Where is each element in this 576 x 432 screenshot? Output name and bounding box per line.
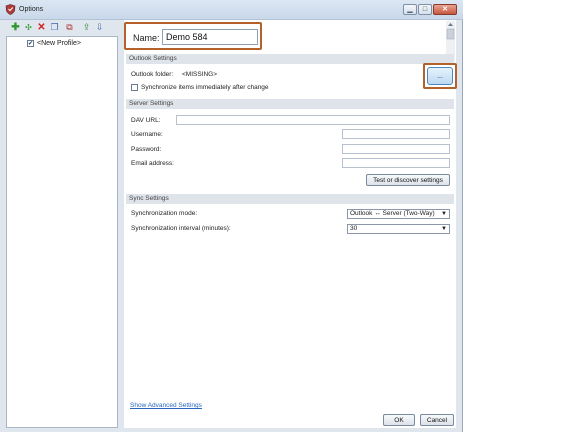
username-input[interactable] [342,129,450,139]
add-icon[interactable]: ✚ [10,22,21,33]
sync-mode-label: Synchronization mode: [131,210,198,217]
delete-icon[interactable]: ✕ [36,22,47,33]
chevron-down-icon: ▼ [441,211,447,217]
sync-interval-value: 30 [350,225,358,232]
password-label: Password: [131,146,162,153]
window-title: Options [19,6,44,13]
sync-immediately-checkbox[interactable] [131,84,138,91]
minimize-icon: ▁ [407,6,413,13]
email-label: Email address: [131,160,174,167]
close-icon: ✕ [442,6,448,13]
browse-folder-button[interactable]: ... [427,67,453,85]
dav-url-label: DAV URL: [131,117,161,124]
outlook-folder-label: Outlook folder: [131,71,174,78]
password-input[interactable] [342,144,450,154]
test-settings-button[interactable]: Test or discover settings [366,174,450,186]
profile-name-input[interactable] [162,29,258,45]
server-settings-header: Server Settings [126,99,454,109]
ok-button[interactable]: OK [383,414,415,426]
copy-icon[interactable]: ❐ [49,22,60,33]
username-label: Username: [131,131,163,138]
sync-interval-select[interactable]: 30 ▼ [347,224,450,234]
sync-settings-header: Sync Settings [126,194,454,204]
maximize-button[interactable]: □ [418,4,432,15]
minimize-button[interactable]: ▁ [403,4,417,15]
profile-checkbox[interactable]: ✔ [27,40,34,47]
show-advanced-settings-link[interactable]: Show Advanced Settings [130,402,202,409]
delete-copy-icon[interactable]: ⧉ [64,22,75,33]
dav-url-input[interactable] [176,115,450,125]
maximize-icon: □ [422,6,428,13]
outlook-settings-header: Outlook Settings [126,54,454,64]
name-label: Name: [133,33,160,43]
profile-name-highlight: Name: [124,22,262,50]
sync-mode-value: Outlook ↔ Server (Two-Way) [350,210,435,217]
app-shield-icon [5,4,16,15]
email-input[interactable] [342,158,450,168]
tree-item-new-profile[interactable]: ✔ <New Profile> [27,40,81,47]
profile-tree: ✔ <New Profile> [6,36,118,428]
close-button[interactable]: ✕ [433,4,457,15]
import-icon[interactable]: ⇩ [94,22,105,33]
chevron-down-icon: ▼ [441,226,447,232]
tree-item-label: <New Profile> [37,40,81,47]
export-icon[interactable]: ⇪ [81,22,92,33]
profile-toolbar: ✚ ✣ ✕ ❐ ⧉ ⇪ ⇩ [6,20,116,36]
sync-immediately-label: Synchronize items immediately after chan… [141,84,269,91]
options-window: Options ▁ □ ✕ ✚ ✣ ✕ ❐ ⧉ ⇪ ⇩ ✔ <New Profi… [0,0,463,432]
sync-interval-label: Synchronization interval (minutes): [131,225,231,232]
title-bar: Options ▁ □ ✕ [0,0,463,20]
cancel-button[interactable]: Cancel [420,414,454,426]
add-multiple-icon[interactable]: ✣ [23,22,34,33]
outlook-folder-value: <MISSING> [182,71,218,78]
sync-mode-select[interactable]: Outlook ↔ Server (Two-Way) ▼ [347,209,450,219]
